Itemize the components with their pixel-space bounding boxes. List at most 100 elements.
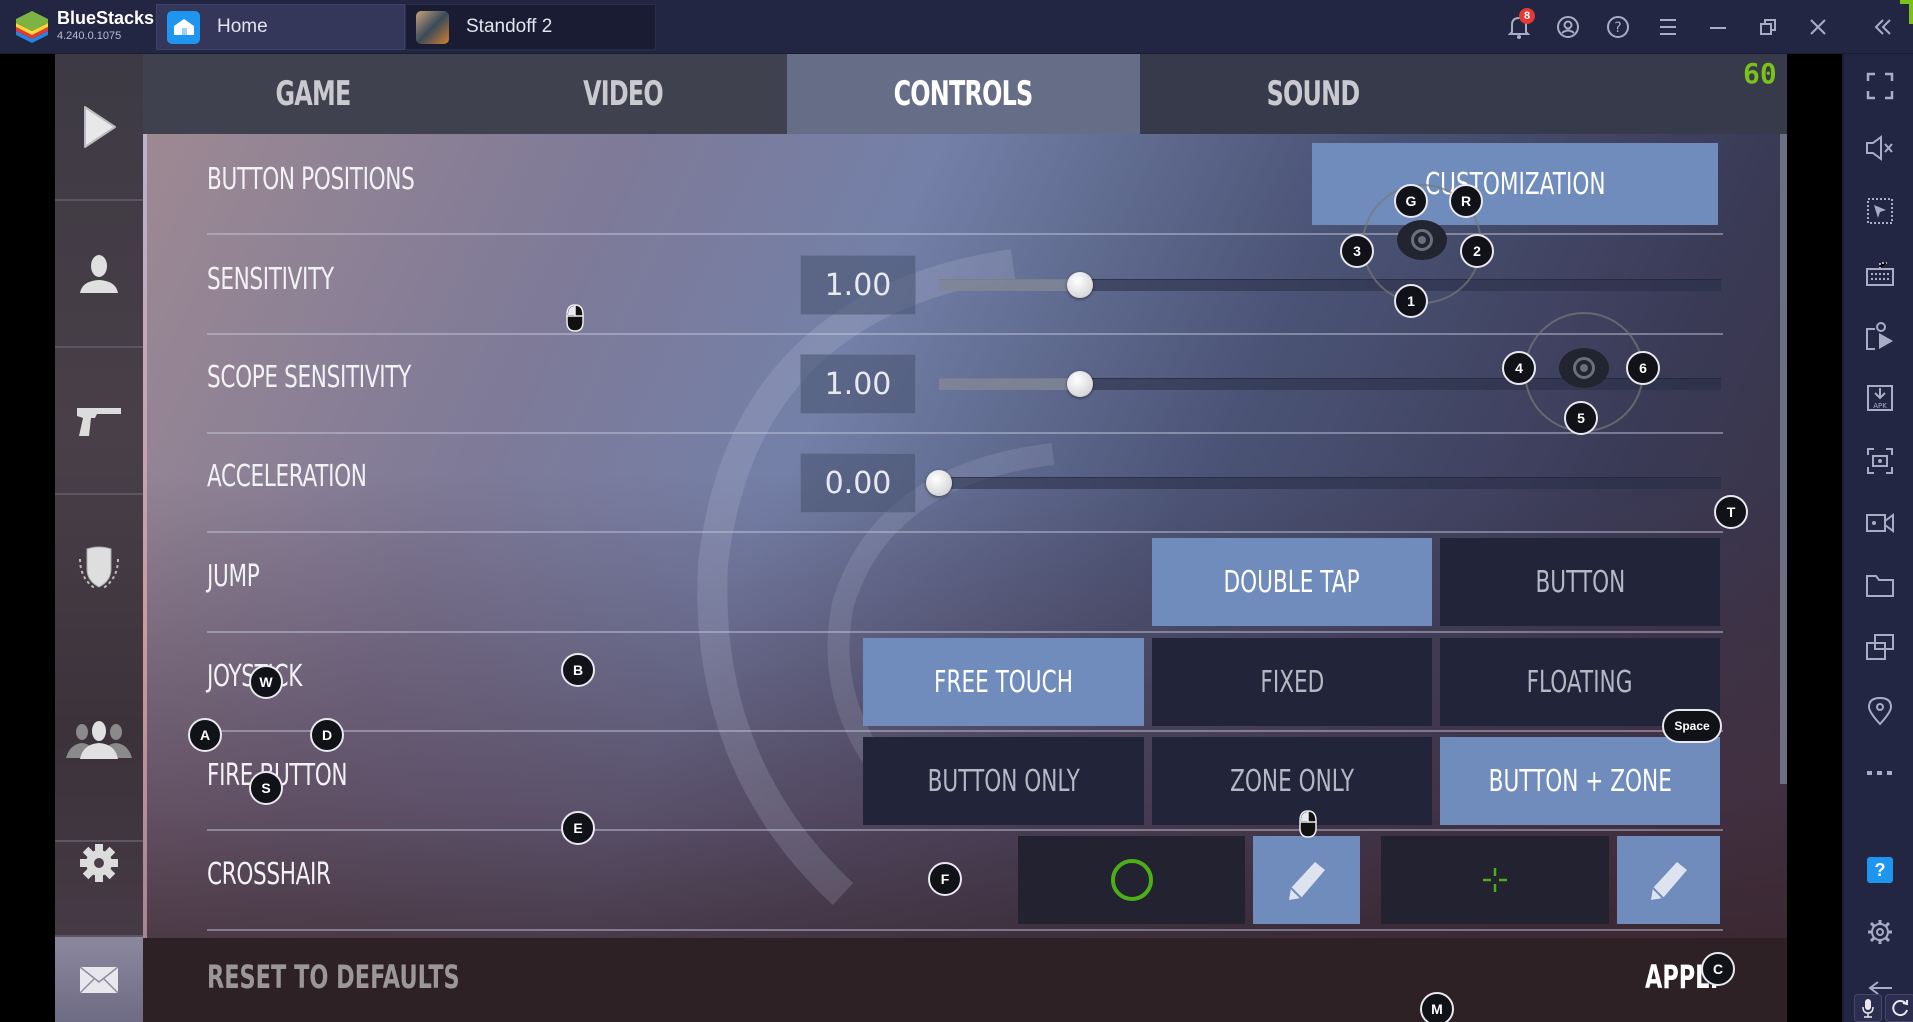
rotate-icon [1892, 1000, 1908, 1017]
key-overlay-m[interactable]: M [1420, 992, 1454, 1022]
screenshot-icon[interactable] [1864, 445, 1896, 477]
help-button[interactable]: ? [1864, 854, 1896, 886]
crosshair-secondary-preview[interactable] [1381, 836, 1609, 924]
more-icon[interactable] [1864, 757, 1896, 789]
label-jump: JUMP [207, 559, 260, 594]
title-bar: BlueStacks 4.240.0.1075 Home Standoff 2 … [0, 0, 1913, 54]
joystick-option-fixed[interactable]: FIXED [1152, 638, 1432, 726]
pointer-select-icon[interactable] [1864, 195, 1896, 227]
acceleration-value[interactable]: 0.00 [800, 453, 916, 513]
label-acceleration: ACCELERATION [207, 459, 367, 494]
key-overlay-6[interactable]: 6 [1626, 351, 1660, 385]
scope-sensitivity-slider-knob[interactable] [1066, 371, 1093, 397]
media-manager-icon[interactable] [1864, 320, 1896, 352]
fire-option-zone-only[interactable]: ZONE ONLY [1152, 737, 1432, 825]
collapse-sidebar-icon[interactable] [1868, 12, 1898, 42]
key-overlay-d[interactable]: D [310, 718, 344, 752]
jump-option-button[interactable]: BUTTON [1440, 538, 1720, 626]
fire-option-button-only[interactable]: BUTTON ONLY [863, 737, 1144, 825]
key-overlay-r[interactable]: R [1449, 184, 1483, 218]
key-overlay-3[interactable]: 3 [1340, 234, 1374, 268]
key-overlay-5[interactable]: 5 [1564, 401, 1598, 435]
key-overlay-e[interactable]: E [561, 811, 595, 845]
key-overlay-f[interactable]: F [928, 862, 962, 896]
menu-icon[interactable] [1653, 12, 1683, 42]
key-overlay-g[interactable]: G [1394, 184, 1428, 218]
key-overlay-a[interactable]: A [188, 718, 222, 752]
label-button-positions: BUTTON POSITIONS [207, 162, 415, 197]
microphone-button[interactable] [1854, 994, 1882, 1022]
key-overlay-space[interactable]: Space [1662, 709, 1722, 743]
key-overlay-1[interactable]: 1 [1394, 284, 1428, 318]
label-crosshair: CROSSHAIR [207, 857, 331, 892]
minimize-icon[interactable] [1703, 12, 1733, 42]
fire-option-button-zone[interactable]: BUTTON + ZONE [1440, 737, 1720, 825]
clan-shield-icon [79, 546, 119, 590]
scrollbar[interactable] [1780, 134, 1787, 784]
help-icon[interactable]: ? [1603, 12, 1633, 42]
crosshair-circle-icon [1110, 859, 1153, 901]
key-overlay-b[interactable]: B [561, 653, 595, 687]
key-overlay-w[interactable]: W [249, 665, 283, 699]
tab-sound[interactable]: SOUND [1227, 54, 1399, 134]
rotate-button[interactable] [1885, 994, 1913, 1022]
home-icon [167, 10, 200, 44]
side-item-clan[interactable] [55, 495, 143, 642]
game-thumbnail [416, 10, 449, 44]
joystick-option-free-touch[interactable]: FREE TOUCH [863, 638, 1144, 726]
close-icon[interactable] [1803, 12, 1833, 42]
side-item-weapons[interactable] [55, 348, 143, 495]
sensitivity-slider-fill [939, 279, 1080, 291]
option-label: FREE TOUCH [934, 664, 1073, 700]
key-overlay-s[interactable]: S [249, 771, 283, 805]
settings-icon[interactable] [1864, 916, 1896, 948]
location-icon[interactable] [1864, 695, 1896, 727]
bluestacks-logo [16, 11, 48, 43]
tab-game[interactable]: GAME [227, 54, 399, 134]
install-apk-icon[interactable]: APK [1864, 382, 1896, 414]
sensitivity-value[interactable]: 1.00 [800, 255, 916, 315]
key-overlay-2[interactable]: 2 [1460, 234, 1494, 268]
divider [207, 631, 1723, 633]
label-scope-sensitivity: SCOPE SENSITIVITY [207, 360, 411, 395]
sensitivity-slider-knob[interactable] [1066, 272, 1093, 298]
acceleration-slider-knob[interactable] [926, 470, 952, 496]
tab-standoff-2-label: Standoff 2 [466, 16, 553, 37]
divider [207, 531, 1723, 533]
shoot-eye-icon [1397, 220, 1447, 260]
play-icon [84, 105, 116, 148]
key-overlay-t[interactable]: T [1714, 495, 1748, 529]
restore-icon[interactable] [1753, 12, 1783, 42]
tab-standoff-2[interactable]: Standoff 2 [405, 4, 656, 50]
tab-video[interactable]: VIDEO [537, 54, 709, 134]
account-icon[interactable] [1553, 12, 1583, 42]
keyboard-icon[interactable] [1864, 258, 1896, 290]
crosshair-secondary-edit-button[interactable] [1617, 836, 1720, 924]
reset-to-defaults-button[interactable]: RESET TO DEFAULTS [207, 958, 460, 996]
profile-icon [80, 254, 118, 293]
side-item-play[interactable] [55, 54, 143, 201]
jump-option-double-tap[interactable]: DOUBLE TAP [1152, 538, 1432, 626]
tab-controls[interactable]: CONTROLS [877, 54, 1049, 134]
crosshair-primary-edit-button[interactable] [1253, 836, 1360, 924]
mouse-click-icon [1299, 810, 1317, 838]
record-icon[interactable] [1864, 507, 1896, 539]
scope-eye-icon [1559, 348, 1609, 388]
key-overlay-c[interactable]: C [1701, 952, 1735, 986]
mute-icon[interactable] [1864, 132, 1896, 164]
fullscreen-icon[interactable] [1864, 70, 1896, 102]
crosshair-primary-preview[interactable] [1018, 836, 1245, 924]
side-item-mail[interactable] [55, 937, 143, 1022]
scope-sensitivity-value[interactable]: 1.00 [800, 354, 916, 414]
mouse-scroll-icon [566, 304, 584, 332]
folder-icon[interactable] [1864, 570, 1896, 602]
side-item-settings[interactable] [55, 790, 143, 937]
key-overlay-4[interactable]: 4 [1502, 351, 1536, 385]
settings-panel: GAME VIDEO CONTROLS SOUND 60 BUTTON POSI… [143, 54, 1787, 1022]
acceleration-slider[interactable] [939, 477, 1721, 489]
bell-icon[interactable]: 8 [1504, 8, 1535, 42]
tab-home[interactable]: Home [156, 4, 405, 50]
multi-instance-icon[interactable] [1864, 632, 1896, 664]
game-side-menu [55, 54, 143, 1022]
side-item-profile[interactable] [55, 201, 143, 348]
